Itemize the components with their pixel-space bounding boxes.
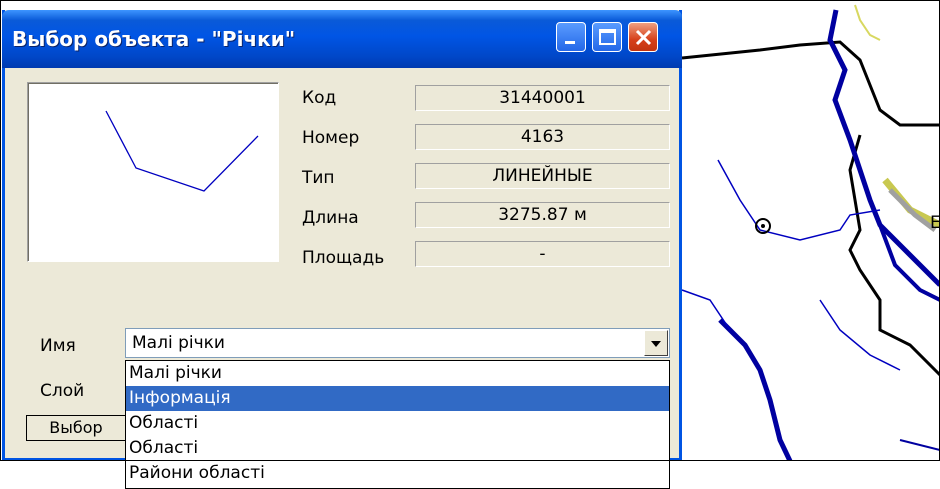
code-value: 31440001 — [415, 85, 670, 111]
map-label: Е — [930, 213, 940, 233]
close-icon — [635, 29, 652, 46]
dropdown-option-selected[interactable]: Інформація — [126, 386, 669, 411]
dropdown-option[interactable]: Райони області — [126, 461, 669, 486]
dropdown-option[interactable]: Області — [126, 411, 669, 436]
area-value: - — [415, 241, 670, 267]
length-value: 3275.87 м — [415, 202, 670, 228]
number-value: 4163 — [415, 124, 670, 150]
title-bar[interactable]: Выбор объекта - "Річки" — [2, 10, 682, 68]
window-title: Выбор объекта - "Річки" — [12, 27, 296, 51]
layer-label: Слой — [40, 381, 85, 401]
type-label: Тип — [302, 168, 335, 188]
object-preview — [27, 82, 279, 262]
name-combobox-value: Малі річки — [132, 333, 225, 353]
select-button[interactable]: Выбор — [26, 415, 126, 441]
dropdown-option[interactable]: Малі річки — [126, 361, 669, 386]
maximize-icon — [599, 29, 616, 45]
maximize-button[interactable] — [592, 22, 622, 52]
minimize-button[interactable] — [556, 22, 586, 52]
name-combobox[interactable]: Малі річки — [125, 328, 670, 358]
dropdown-button[interactable] — [644, 330, 668, 356]
code-label: Код — [302, 88, 337, 108]
area-label: Площадь — [302, 248, 385, 268]
number-label: Номер — [302, 128, 360, 148]
close-button[interactable] — [628, 22, 658, 52]
minimize-icon — [565, 41, 575, 44]
name-dropdown-list[interactable]: Малі річки Інформація Області Області Ра… — [125, 360, 670, 489]
object-selection-dialog: Выбор объекта - "Річки" Код 31440001 Ном… — [2, 10, 682, 489]
length-label: Длина — [302, 208, 359, 228]
dropdown-option[interactable]: Області — [126, 436, 669, 461]
chevron-down-icon — [651, 341, 661, 347]
name-label: Имя — [40, 336, 76, 356]
type-value: ЛИНЕЙНЫЕ — [415, 163, 670, 189]
